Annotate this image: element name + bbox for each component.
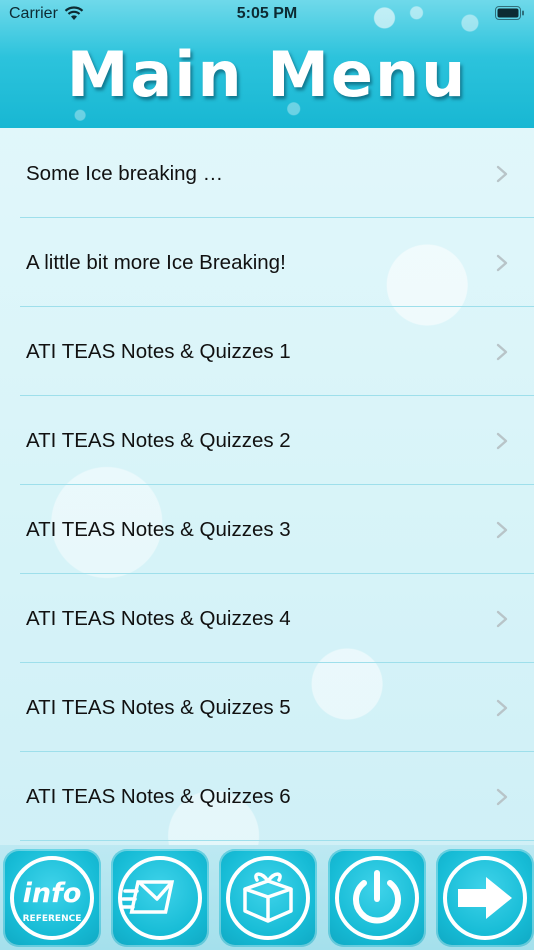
battery-icon bbox=[495, 6, 524, 20]
menu-item[interactable]: ATI TEAS Notes & Quizzes 3 bbox=[0, 485, 534, 574]
power-button[interactable] bbox=[328, 849, 426, 947]
chevron-right-icon bbox=[496, 432, 508, 450]
power-icon bbox=[335, 856, 419, 940]
status-bar: Carrier 5:05 PM bbox=[0, 0, 534, 28]
menu-item-label: ATI TEAS Notes & Quizzes 4 bbox=[26, 607, 291, 630]
reference-text: REFERENCE bbox=[23, 914, 82, 924]
chevron-right-icon bbox=[496, 699, 508, 717]
menu-item[interactable]: ATI TEAS Notes & Quizzes 6 bbox=[0, 752, 534, 841]
arrow-right-icon bbox=[443, 856, 527, 940]
menu-item-label: ATI TEAS Notes & Quizzes 5 bbox=[26, 696, 291, 719]
chevron-right-icon bbox=[496, 521, 508, 539]
chevron-right-icon bbox=[496, 343, 508, 361]
bottom-toolbar: info REFERENCE bbox=[0, 845, 534, 950]
menu-item-label: Some Ice breaking … bbox=[26, 162, 224, 185]
row-separator bbox=[20, 840, 534, 841]
menu-item-label: ATI TEAS Notes & Quizzes 2 bbox=[26, 429, 291, 452]
header: Carrier 5:05 PM Main Menu bbox=[0, 0, 534, 128]
next-button[interactable] bbox=[436, 849, 534, 947]
email-icon bbox=[118, 856, 202, 940]
menu-item-label: ATI TEAS Notes & Quizzes 3 bbox=[26, 518, 291, 541]
chevron-right-icon bbox=[496, 254, 508, 272]
menu-item[interactable]: ATI TEAS Notes & Quizzes 2 bbox=[0, 396, 534, 485]
clock: 5:05 PM bbox=[236, 5, 298, 22]
info-text: info bbox=[23, 878, 82, 909]
menu-item-label: ATI TEAS Notes & Quizzes 6 bbox=[26, 785, 291, 808]
menu-item[interactable]: A little bit more Ice Breaking! bbox=[0, 218, 534, 307]
email-button[interactable] bbox=[111, 849, 209, 947]
menu-item[interactable]: ATI TEAS Notes & Quizzes 4 bbox=[0, 574, 534, 663]
main-menu-list: Some Ice breaking … A little bit more Ic… bbox=[0, 129, 534, 841]
menu-item[interactable]: Some Ice breaking … bbox=[0, 129, 534, 218]
chevron-right-icon bbox=[496, 610, 508, 628]
chevron-right-icon bbox=[496, 165, 508, 183]
menu-item-label: A little bit more Ice Breaking! bbox=[26, 251, 286, 274]
menu-item-label: ATI TEAS Notes & Quizzes 1 bbox=[26, 340, 291, 363]
page-title: Main Menu bbox=[66, 38, 468, 111]
chevron-right-icon bbox=[496, 788, 508, 806]
gift-button[interactable] bbox=[219, 849, 317, 947]
gift-icon bbox=[226, 856, 310, 940]
menu-item[interactable]: ATI TEAS Notes & Quizzes 1 bbox=[0, 307, 534, 396]
info-reference-button[interactable]: info REFERENCE bbox=[3, 849, 101, 947]
menu-item[interactable]: ATI TEAS Notes & Quizzes 5 bbox=[0, 663, 534, 752]
info-reference-icon: info REFERENCE bbox=[10, 856, 94, 940]
